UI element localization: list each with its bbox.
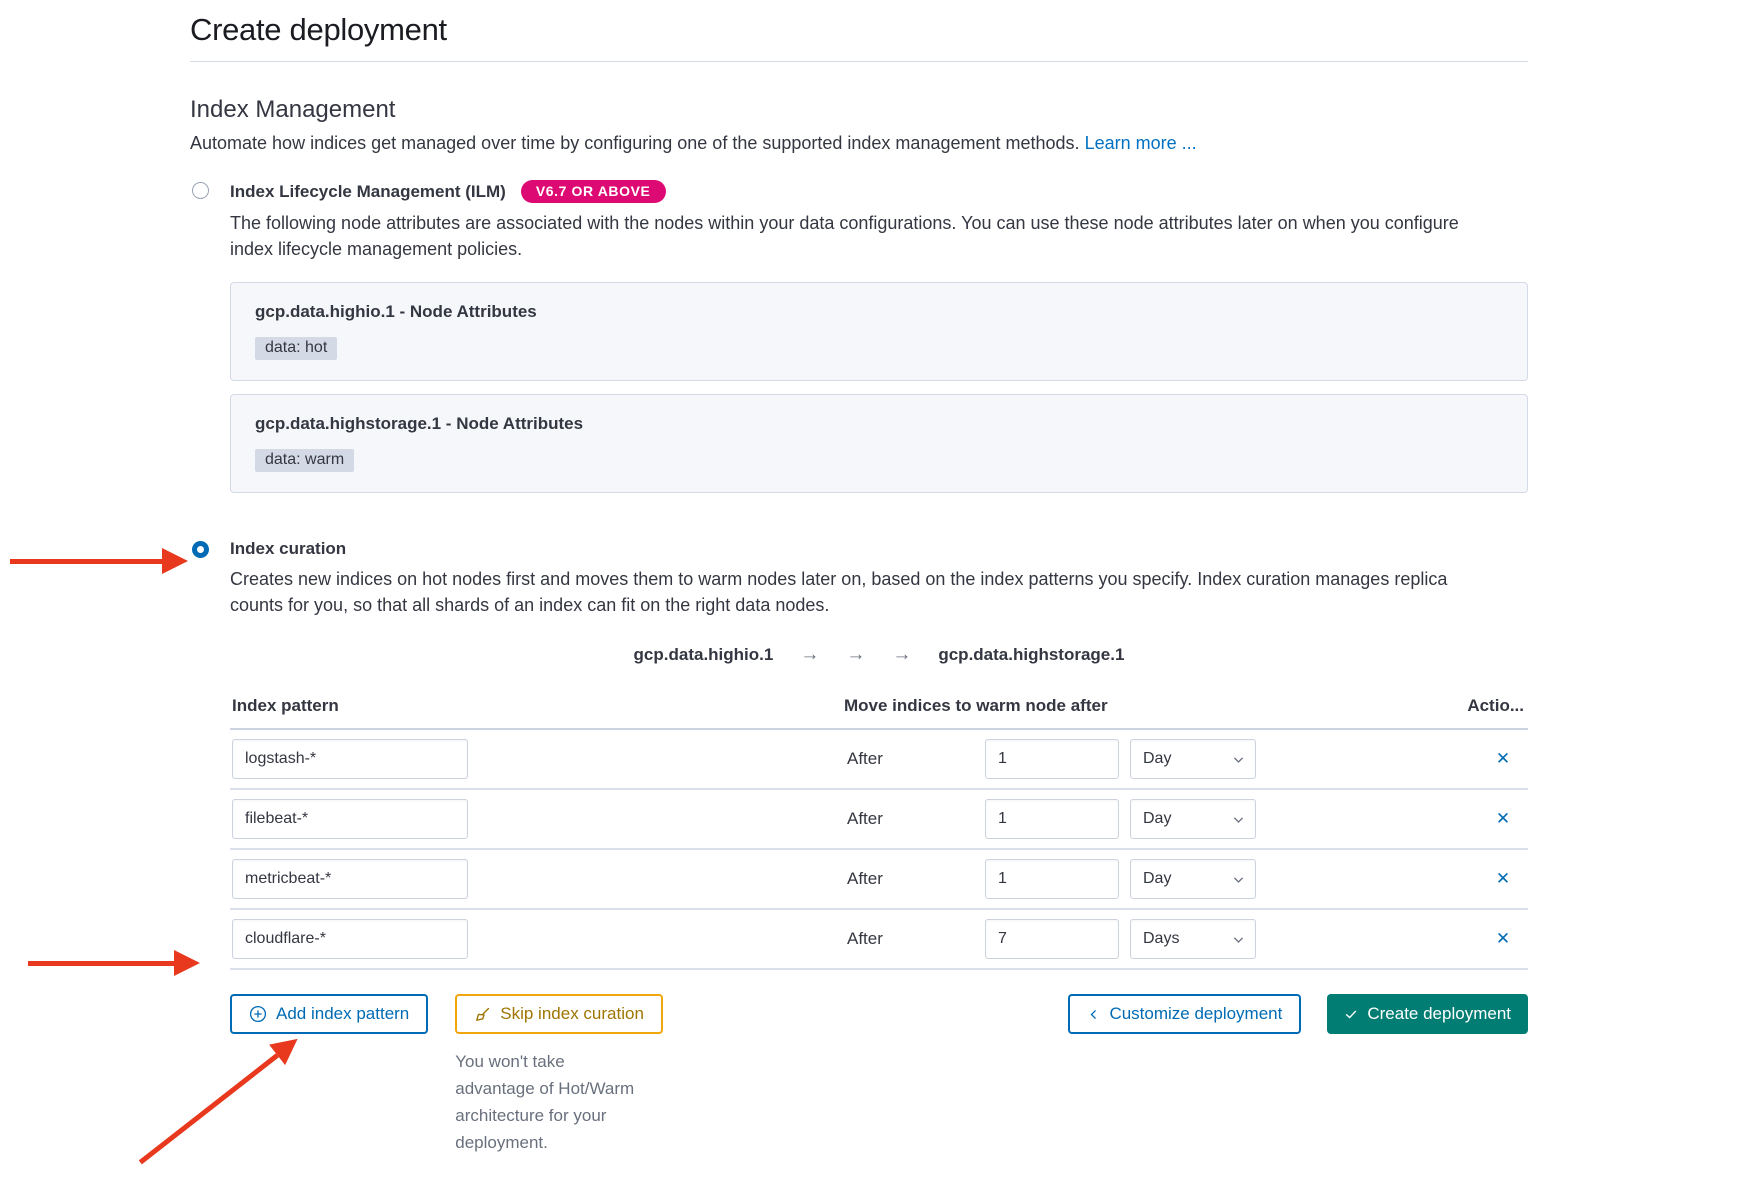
- index-curation-table: Index pattern Move indices to warm node …: [230, 694, 1528, 970]
- annotation-arrow-cloudflare-row: [28, 950, 200, 976]
- table-row: After Day ✕: [230, 730, 1528, 790]
- node-attribute-chip: data: hot: [255, 337, 337, 360]
- skip-index-curation-button[interactable]: Skip index curation: [455, 994, 663, 1034]
- option-index-curation: Index curation Creates new indices on ho…: [190, 539, 1528, 618]
- add-index-pattern-label: Add index pattern: [276, 1004, 409, 1024]
- radio-ilm[interactable]: [192, 182, 209, 199]
- node-attributes-card-highstorage: gcp.data.highstorage.1 - Node Attributes…: [230, 394, 1528, 493]
- broom-icon: [474, 1006, 491, 1023]
- skip-index-curation-label: Skip index curation: [500, 1004, 644, 1024]
- section-description: Automate how indices get managed over ti…: [190, 133, 1528, 154]
- create-deployment-page: Create deployment Index Management Autom…: [0, 0, 1756, 1180]
- right-arrow-icon: →: [892, 644, 911, 666]
- table-row: After Day ✕: [230, 850, 1528, 910]
- unit-select-value: Day: [1143, 750, 1171, 768]
- chevron-left-icon: [1087, 1008, 1100, 1021]
- warm-after-unit-select[interactable]: Day: [1130, 859, 1256, 899]
- after-label: After: [847, 749, 883, 769]
- section-heading: Index Management: [190, 96, 1528, 124]
- warm-after-unit-select[interactable]: Day: [1130, 799, 1256, 839]
- curation-flow: gcp.data.highio.1 → → → gcp.data.highsto…: [230, 644, 1528, 666]
- node-attributes-card-highio: gcp.data.highio.1 - Node Attributes data…: [230, 282, 1528, 381]
- index-pattern-input[interactable]: [232, 739, 468, 779]
- column-header-index-pattern: Index pattern: [232, 696, 339, 716]
- delete-row-button[interactable]: ✕: [1486, 803, 1520, 835]
- warm-after-unit-select[interactable]: Days: [1130, 919, 1256, 959]
- version-badge: V6.7 OR ABOVE: [521, 180, 666, 203]
- actions-row: Add index pattern Skip index curation Yo…: [230, 994, 1528, 1156]
- right-arrow-icon: →: [846, 644, 865, 666]
- warm-after-value-input[interactable]: [985, 919, 1119, 959]
- learn-more-link[interactable]: Learn more ...: [1085, 133, 1197, 153]
- warm-after-value-input[interactable]: [985, 859, 1119, 899]
- option-curation-label: Index curation: [230, 539, 346, 559]
- plus-circle-icon: [249, 1005, 267, 1023]
- delete-row-button[interactable]: ✕: [1486, 863, 1520, 895]
- warm-after-value-input[interactable]: [985, 739, 1119, 779]
- check-icon: [1344, 1007, 1358, 1021]
- chevron-down-icon: [1232, 753, 1245, 766]
- customize-deployment-label: Customize deployment: [1109, 1004, 1282, 1024]
- option-ilm: Index Lifecycle Management (ILM) V6.7 OR…: [190, 180, 1528, 262]
- index-pattern-input[interactable]: [232, 859, 468, 899]
- unit-select-value: Day: [1143, 810, 1171, 828]
- title-divider: [190, 61, 1528, 62]
- page-title: Create deployment: [190, 12, 1528, 48]
- option-ilm-label: Index Lifecycle Management (ILM): [230, 182, 506, 202]
- delete-row-button[interactable]: ✕: [1486, 923, 1520, 955]
- chevron-down-icon: [1232, 873, 1245, 886]
- warm-after-value-input[interactable]: [985, 799, 1119, 839]
- flow-to-node: gcp.data.highstorage.1: [938, 645, 1124, 665]
- after-label: After: [847, 869, 883, 889]
- chevron-down-icon: [1232, 933, 1245, 946]
- column-header-actions: Actio...: [1467, 696, 1524, 716]
- node-attribute-chip: data: warm: [255, 449, 354, 472]
- chevron-down-icon: [1232, 813, 1245, 826]
- unit-select-value: Days: [1143, 930, 1179, 948]
- after-label: After: [847, 809, 883, 829]
- section-description-text: Automate how indices get managed over ti…: [190, 133, 1080, 153]
- add-index-pattern-button[interactable]: Add index pattern: [230, 994, 428, 1034]
- table-row: After Day ✕: [230, 790, 1528, 850]
- index-pattern-input[interactable]: [232, 919, 468, 959]
- option-curation-description: Creates new indices on hot nodes first a…: [230, 566, 1482, 618]
- column-header-move-indices: Move indices to warm node after: [844, 696, 1108, 716]
- table-row: After Days ✕: [230, 910, 1528, 970]
- create-deployment-label: Create deployment: [1367, 1004, 1511, 1024]
- customize-deployment-button[interactable]: Customize deployment: [1068, 994, 1301, 1034]
- flow-from-node: gcp.data.highio.1: [634, 645, 774, 665]
- warm-after-unit-select[interactable]: Day: [1130, 739, 1256, 779]
- node-attributes-card-title: gcp.data.highio.1 - Node Attributes: [255, 302, 1503, 322]
- node-attributes-card-title: gcp.data.highstorage.1 - Node Attributes: [255, 414, 1503, 434]
- annotation-arrow-index-curation: [10, 548, 188, 574]
- skip-warning-note: You won't take advantage of Hot/Warm arc…: [455, 1048, 643, 1156]
- delete-row-button[interactable]: ✕: [1486, 743, 1520, 775]
- right-arrow-icon: →: [800, 644, 819, 666]
- index-pattern-input[interactable]: [232, 799, 468, 839]
- after-label: After: [847, 929, 883, 949]
- create-deployment-button[interactable]: Create deployment: [1327, 994, 1528, 1034]
- unit-select-value: Day: [1143, 870, 1171, 888]
- radio-index-curation[interactable]: [192, 541, 209, 558]
- table-header-row: Index pattern Move indices to warm node …: [230, 694, 1528, 730]
- option-ilm-description: The following node attributes are associ…: [230, 210, 1482, 262]
